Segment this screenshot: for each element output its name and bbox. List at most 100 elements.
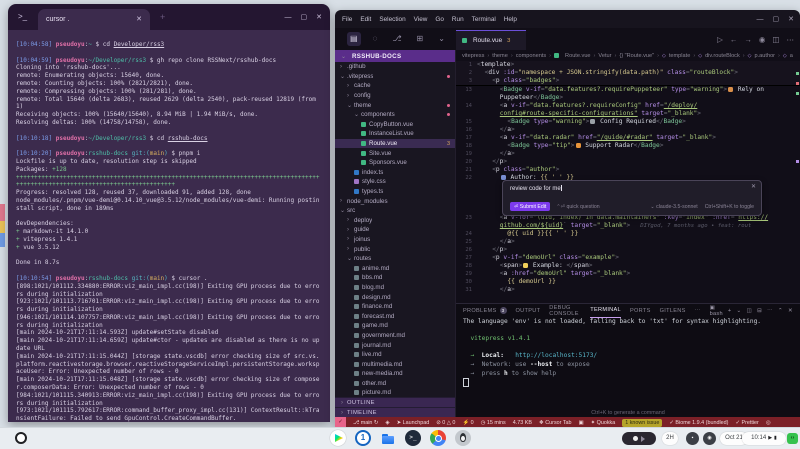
timeline-section[interactable]: › TIMELINE: [335, 407, 455, 417]
menu-help[interactable]: Help: [504, 16, 517, 23]
tree-item-Route.vue[interactable]: Route.vue3: [335, 139, 455, 149]
code-line[interactable]: 20</p>: [456, 158, 800, 166]
tree-item-bbs.md[interactable]: bbs.md: [335, 273, 455, 283]
status-item[interactable]: ✦ Quokka: [591, 420, 616, 426]
breadcrumb-item[interactable]: {} "Route.vue": [619, 53, 654, 59]
quick-question-hint[interactable]: ⌃⏎ quick question: [556, 204, 599, 210]
tree-item-config[interactable]: ›config: [335, 91, 455, 101]
close-tab-icon[interactable]: ✕: [136, 9, 142, 30]
more-icon[interactable]: ⋯: [767, 308, 773, 314]
tree-item-design.md[interactable]: design.md: [335, 292, 455, 302]
screen-record-indicator[interactable]: [622, 432, 656, 445]
kill-terminal-icon[interactable]: ⊟: [757, 308, 762, 314]
tree-item-public[interactable]: ›public: [335, 244, 455, 254]
tree-item-blog.md[interactable]: blog.md: [335, 283, 455, 293]
model-selector[interactable]: ⌄ claude-3.5-sonnet: [650, 204, 697, 210]
code-line[interactable]: 13<Badge v-if="data.features?.requirePup…: [456, 86, 800, 94]
code-line[interactable]: Puppeteer</Badge>: [456, 94, 800, 102]
shelf-app-terminal[interactable]: >_: [405, 430, 421, 446]
menu-run[interactable]: Run: [452, 16, 464, 23]
camera-indicator-icon[interactable]: ◉: [703, 432, 716, 445]
code-line[interactable]: 1<template>: [456, 61, 800, 69]
panel-tab-problems[interactable]: PROBLEMS3: [463, 304, 507, 317]
breadcrumb-item[interactable]: div.routeBlock: [705, 53, 740, 59]
outline-section[interactable]: › OUTLINE: [335, 397, 455, 407]
tree-item-src[interactable]: ⌄src: [335, 206, 455, 216]
code-line[interactable]: 16</a>: [456, 126, 800, 134]
chevron-down-icon[interactable]: ⌄: [737, 308, 742, 314]
code-line[interactable]: 27<p v-if="demoUrl" class="example">: [456, 254, 800, 262]
tree-item-CopyButton.vue[interactable]: CopyButton.vue: [335, 120, 455, 130]
tree-item-InstanceList.vue[interactable]: InstanceList.vue: [335, 129, 455, 139]
new-tab-icon[interactable]: +: [160, 13, 165, 22]
close-icon[interactable]: ✕: [788, 15, 794, 23]
code-line[interactable]: github.com/${uid}` target="_blank">DIYgo…: [456, 222, 800, 230]
breadcrumb-item[interactable]: theme: [492, 53, 508, 59]
source-control-icon[interactable]: ⎇: [389, 32, 404, 46]
breadcrumb-item[interactable]: components: [516, 53, 546, 59]
status-item[interactable]: ◷ 15 mins: [481, 420, 506, 426]
system-tray[interactable]: 10:14 ▶ ▮: [742, 432, 786, 445]
extensions-icon[interactable]: ⊞: [414, 32, 427, 46]
status-item[interactable]: ▣: [579, 420, 584, 426]
status-item[interactable]: ◈: [385, 420, 389, 426]
split-editor-icon[interactable]: ◫: [772, 35, 779, 44]
files-icon[interactable]: ▤: [347, 32, 361, 46]
mute-indicator-icon[interactable]: ▪: [686, 432, 699, 445]
status-item[interactable]: ⚡ 0: [462, 420, 473, 426]
close-icon[interactable]: ✕: [316, 13, 322, 21]
menu-selection[interactable]: Selection: [379, 16, 405, 23]
inline-chat-input[interactable]: review code for me: [510, 185, 562, 192]
breadcrumb-item[interactable]: vitepress: [462, 53, 484, 59]
code-line[interactable]: 21<p class="author">: [456, 166, 800, 174]
menu-terminal[interactable]: Terminal: [472, 16, 496, 23]
close-panel-icon[interactable]: ✕: [788, 308, 793, 314]
breadcrumb-item[interactable]: a: [790, 53, 793, 59]
tree-item-new-media.md[interactable]: new-media.md: [335, 369, 455, 379]
breadcrumb-item[interactable]: Route.vue: [565, 53, 591, 59]
submit-edit-button[interactable]: ⏎ Submit Edit: [510, 202, 550, 211]
terminal-tab[interactable]: cursor . ✕: [38, 9, 150, 30]
panel-tab-debug-console[interactable]: DEBUG CONSOLE: [549, 304, 581, 317]
tree-item-finance.md[interactable]: finance.md: [335, 302, 455, 312]
panel-tab-gitlens[interactable]: GITLENS: [660, 304, 686, 317]
breadcrumb-item[interactable]: p.author: [755, 53, 776, 59]
tree-item-.github[interactable]: ›.github: [335, 62, 455, 72]
code-line[interactable]: 29<a :href="demoUrl" target="_blank">: [456, 270, 800, 278]
tree-item-theme[interactable]: ⌄theme: [335, 100, 455, 110]
shelf-app-penguin[interactable]: [455, 430, 471, 446]
shelf-app-files[interactable]: [380, 430, 396, 446]
tree-item-types.ts[interactable]: types.ts: [335, 187, 455, 197]
tree-item-Sponsors.vue[interactable]: Sponsors.vue: [335, 158, 455, 168]
code-line[interactable]: 25</a>: [456, 238, 800, 246]
code-line[interactable]: 15<Badge type="warning"> Config Required…: [456, 118, 800, 126]
shelf-app-1password[interactable]: 1: [355, 430, 371, 446]
chevron-down-icon[interactable]: ⌄: [435, 32, 448, 46]
tree-item-index.ts[interactable]: index.ts: [335, 168, 455, 178]
tree-item-guide[interactable]: ›guide: [335, 225, 455, 235]
minimize-icon[interactable]: —: [757, 16, 764, 23]
breadcrumb-item[interactable]: Vetur: [598, 53, 611, 59]
tree-item-other.md[interactable]: other.md: [335, 379, 455, 389]
close-icon[interactable]: ✕: [751, 183, 756, 190]
editor-tab[interactable]: Route.vue 3: [456, 30, 526, 50]
explorer-header[interactable]: ⌄ RSSHUB-DOCS: [335, 50, 455, 62]
status-item[interactable]: ⊘ 0 △ 0: [436, 420, 455, 426]
panel-tab-ports[interactable]: PORTS: [630, 304, 651, 317]
minimize-icon[interactable]: —: [285, 14, 292, 21]
code-line[interactable]: 26</p>: [456, 246, 800, 254]
linux-code-badge[interactable]: ‹›: [787, 433, 798, 444]
play-circle-icon[interactable]: ◉: [759, 35, 766, 44]
shelf-app-play-store[interactable]: [330, 430, 346, 446]
code-line[interactable]: 14<a v-if="data.features?.requireConfig"…: [456, 102, 800, 110]
search-icon[interactable]: ◌: [370, 32, 381, 46]
tree-item-node_modules[interactable]: ›node_modules: [335, 196, 455, 206]
code-line[interactable]: config#route-specific-configurations" ta…: [456, 110, 800, 118]
tree-item-anime.md[interactable]: anime.md: [335, 263, 455, 273]
new-terminal-icon[interactable]: +: [728, 308, 732, 314]
code-line[interactable]: 19</a>: [456, 150, 800, 158]
tree-item-forecast.md[interactable]: forecast.md: [335, 311, 455, 321]
status-item[interactable]: ❖ Cursor Tab: [539, 420, 572, 426]
panel-tab-output[interactable]: OUTPUT: [516, 304, 541, 317]
status-item[interactable]: ➤ Launchpad: [397, 420, 430, 426]
